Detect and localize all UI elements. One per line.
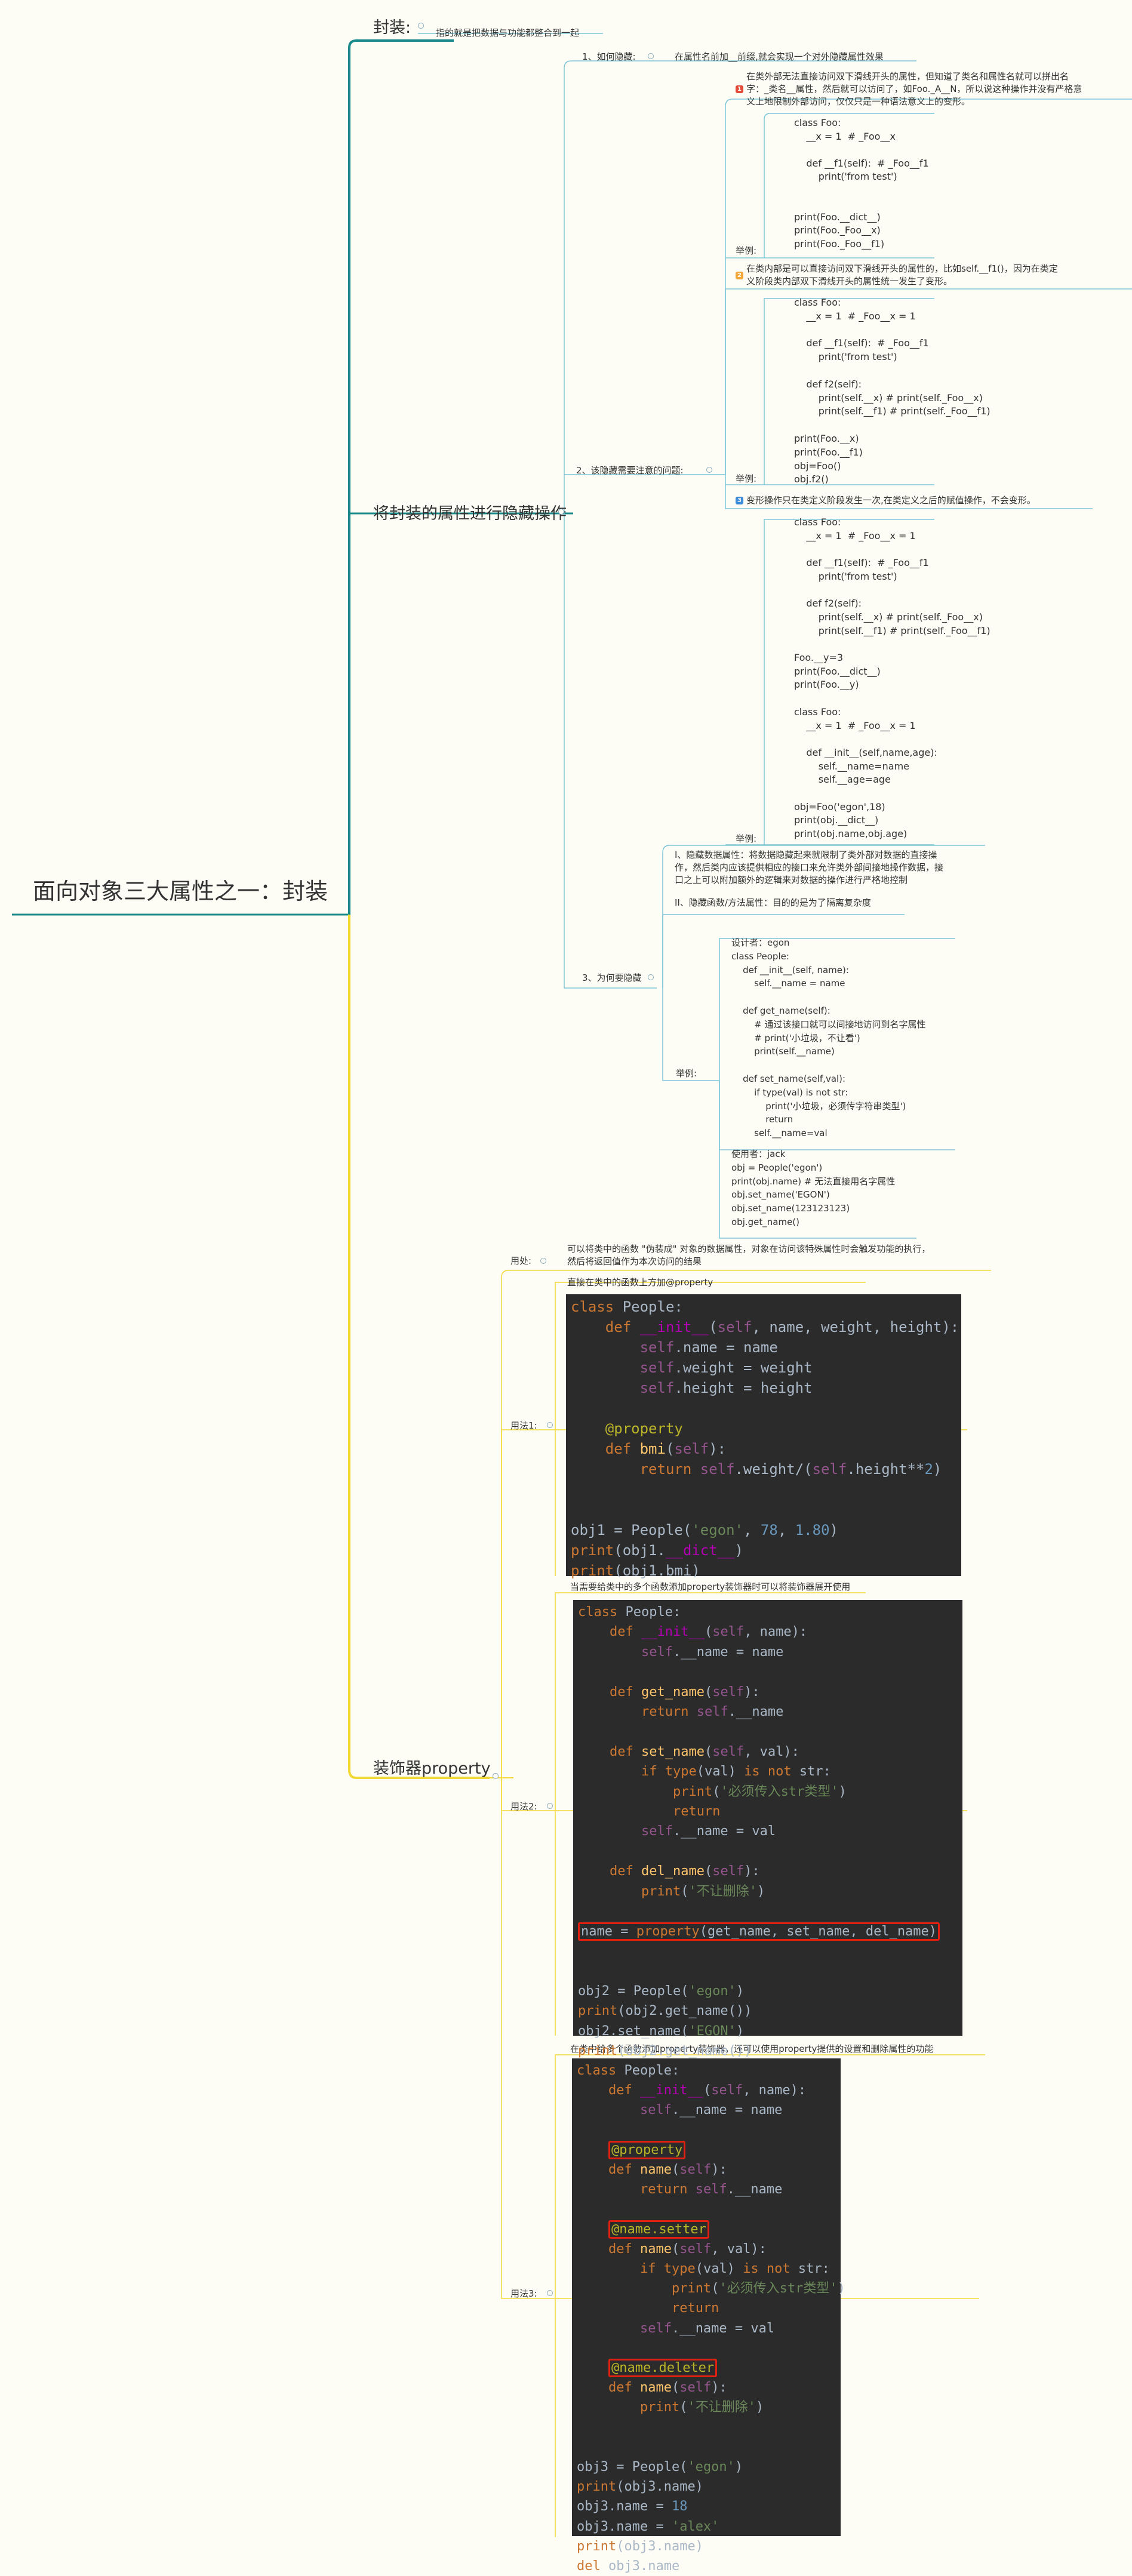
usage-2-code-image: class People: def __init__(self, name): …	[573, 1600, 962, 2078]
use-label: 用处:	[510, 1255, 532, 1266]
q3-designer-code: 设计者：egon class People: def __init__(self…	[731, 937, 926, 1139]
q2-note-3: 变形操作只在类定义阶段发生一次,在类定义之后的赋值操作，不会变形。	[746, 495, 1036, 506]
q3-reason-1: I、隐藏数据属性：将数据隐藏起来就限制了类外部对数据的直接操 作，然后类内应该提…	[675, 850, 944, 885]
collapse-toggle-icon[interactable]	[558, 509, 564, 515]
root-topic[interactable]: 面向对象三大属性之一：封装	[33, 873, 328, 906]
usage-1-caption: 直接在类中的函数上方加@property	[567, 1277, 713, 1288]
usage-2-label: 用法2:	[510, 1801, 537, 1812]
q3-label: 3、为何要隐藏	[582, 972, 642, 983]
collapse-toggle-icon[interactable]	[648, 974, 654, 980]
collapse-toggle-icon[interactable]	[547, 1803, 553, 1809]
number-badge-icon: 3	[736, 497, 743, 504]
q2-note-2: 在类内部是可以直接访问双下滑线开头的属性的，比如self.__f1()，因为在类…	[746, 263, 1058, 287]
usage-2-caption: 当需要给类中的多个函数添加property装饰器时可以将装饰器展开使用	[570, 1581, 851, 1592]
q2-label: 2、该隐藏需要注意的问题:	[576, 465, 684, 476]
q1-label: 1、如何隐藏:	[582, 51, 636, 62]
collapse-toggle-icon[interactable]	[547, 1422, 553, 1428]
branch-hide-attrs-title[interactable]: 将封装的属性进行隐藏操作	[373, 500, 567, 524]
example-label: 举例:	[736, 833, 757, 844]
collapse-toggle-icon[interactable]	[706, 467, 712, 473]
usage-3-code-image: class People: def __init__(self, name): …	[572, 2058, 845, 2574]
number-badge-icon: 1	[736, 85, 743, 93]
number-badge-icon: 2	[736, 272, 743, 279]
q3-user-code: 使用者：jack obj = People('egon') print(obj.…	[731, 1149, 896, 1227]
use-text: 可以将类中的函数 "伪装成" 对象的数据属性，对象在访问该特殊属性时会触发功能的…	[567, 1244, 931, 1267]
q1-text: 在属性名前加__前缀,就会实现一个对外隐藏属性效果	[675, 51, 884, 62]
example-label: 举例:	[736, 245, 757, 256]
collapse-toggle-icon[interactable]	[493, 1773, 499, 1779]
branch-encapsulation-title[interactable]: 封装:	[373, 14, 411, 38]
collapse-toggle-icon[interactable]	[547, 2290, 553, 2296]
branch-property-title[interactable]: 装饰器property	[373, 1755, 491, 1778]
branch-encapsulation-desc: 指的就是把数据与功能都整合到一起	[436, 27, 580, 38]
q2-note-1: 在类外部无法直接访问双下滑线开头的属性，但知道了类名和属性名就可以拼出名 字：_…	[746, 71, 1082, 107]
example-label: 举例:	[736, 473, 757, 484]
usage-1-code-image: class People: def __init__(self, name, w…	[566, 1294, 961, 1579]
collapse-toggle-icon[interactable]	[540, 1258, 546, 1264]
q2-example-code-1: class Foo: __x = 1 # _Foo__x def __f1(se…	[794, 117, 929, 250]
collapse-toggle-icon[interactable]	[648, 53, 654, 59]
q3-reason-2: II、隐藏函数/方法属性：目的的是为了隔离复杂度	[675, 897, 871, 908]
usage-3-label: 用法3:	[510, 2288, 537, 2299]
example-label: 举例:	[676, 1068, 697, 1079]
usage-1-label: 用法1:	[510, 1420, 537, 1431]
q2-example-code-3: class Foo: __x = 1 # _Foo__x = 1 def __f…	[794, 516, 991, 840]
collapse-toggle-icon[interactable]	[418, 23, 424, 29]
q2-example-code-2: class Foo: __x = 1 # _Foo__x = 1 def __f…	[794, 297, 991, 485]
